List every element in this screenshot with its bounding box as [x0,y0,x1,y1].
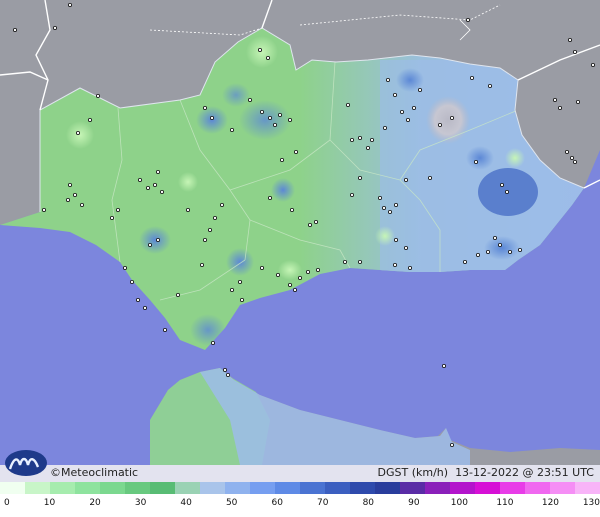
scale-segment [525,482,550,494]
scale-segment [100,482,125,494]
scale-tick-label: 130 [582,498,600,508]
map-info: DGST (km/h) 13-12-2022 @ 23:51 UTC [378,466,594,479]
scale-segment [275,482,300,494]
scale-segment [25,482,50,494]
meteoclimatic-logo [5,450,47,476]
scale-tick-label: 20 [89,498,101,508]
weather-map [0,0,600,517]
scale-segment [350,482,375,494]
scale-tick-label: 0 [4,498,10,508]
scale-tick-label: 70 [317,498,329,508]
scale-segment [550,482,575,494]
color-scale: 0 10 20 30 40 50 60 70 80 90 100 110 120 130 [0,482,600,517]
scale-segment [425,482,450,494]
scale-segment [300,482,325,494]
scale-segment [125,482,150,494]
scale-segment [0,482,25,494]
scale-tick-label: 80 [362,498,375,508]
scale-tick-label: 90 [408,498,420,508]
scale-segment [325,482,350,494]
scale-tick-label: 40 [180,498,192,508]
variable-label: DGST (km/h) [377,466,449,479]
color-scale-bar [0,482,600,494]
scale-segment [450,482,475,494]
scale-segment [50,482,75,494]
scale-segment [475,482,500,494]
scale-segment [200,482,225,494]
scale-segment [225,482,250,494]
scale-tick-label: 30 [134,498,147,508]
scale-tick-label: 100 [450,498,468,508]
scale-segment [250,482,275,494]
scale-tick-label: 60 [271,498,283,508]
brand-label: ©Meteoclimatic [50,466,139,479]
scale-segment [375,482,400,494]
scale-segment [575,482,600,494]
color-scale-ticks: 0 10 20 30 40 50 60 70 80 90 100 110 120 130 [0,498,600,512]
scale-tick-label: 120 [541,498,560,508]
scale-segment [400,482,425,494]
scale-tick-label: 110 [496,498,514,508]
scale-segment [75,482,100,494]
scale-segment [175,482,200,494]
scale-segment [150,482,175,494]
datetime-label: 13-12-2022 @ 23:51 UTC [455,466,594,479]
scale-tick-label: 10 [43,498,56,508]
scale-segment [500,482,525,494]
scale-tick-label: 50 [225,498,238,508]
